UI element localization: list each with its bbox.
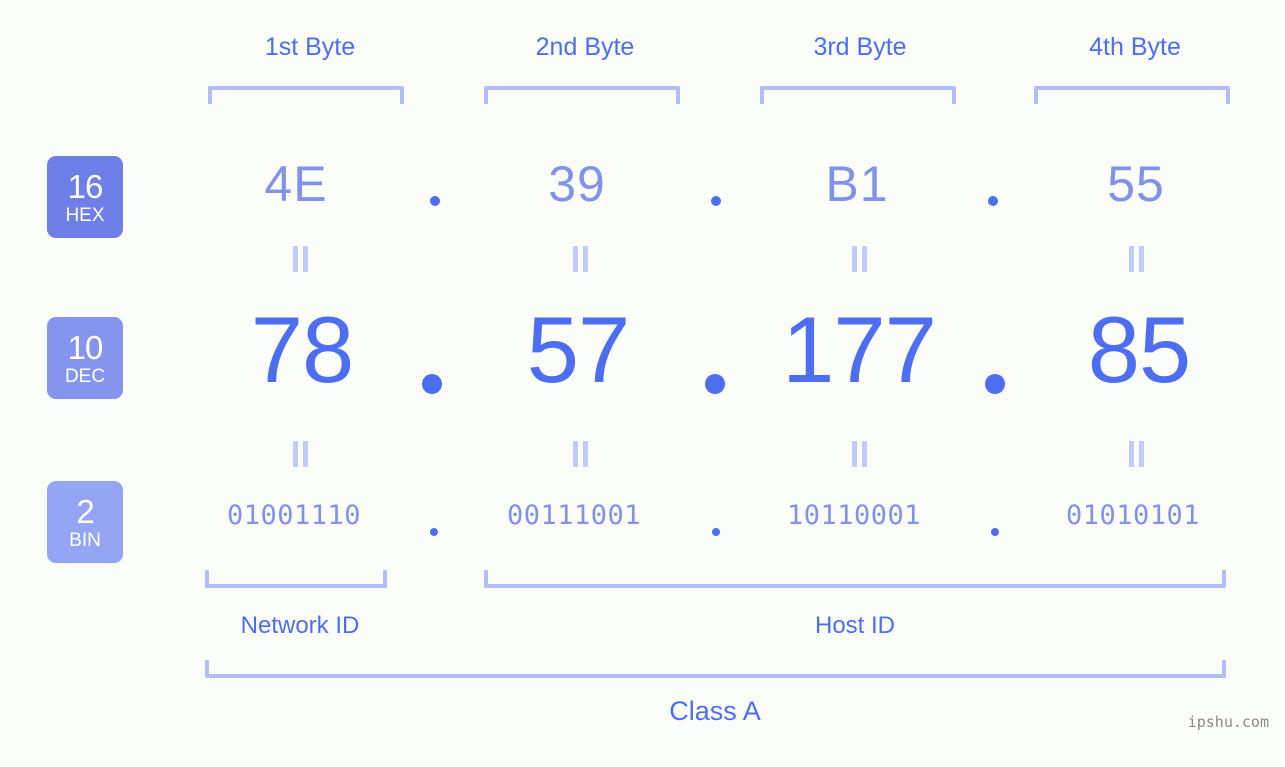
dec-octet-2: 57: [526, 297, 631, 402]
hex-dot-separator-2: [711, 196, 721, 206]
hex-octet-3: B1: [825, 156, 889, 212]
bin-octet-2: 00111001: [506, 500, 642, 531]
bin-dot-separator-2: [712, 528, 720, 536]
byte-header-label-2: 2nd Byte: [535, 33, 635, 61]
byte-header-label-3: 3rd Byte: [813, 33, 907, 61]
equals-mark-hex-dec-2: [572, 246, 589, 272]
ip-class-bracket: [205, 660, 1226, 678]
bin-dot-separator-3: [991, 528, 999, 536]
base-badge-dec-abbr: DEC: [64, 365, 106, 387]
hex-dot-separator-1: [430, 196, 440, 206]
dec-octet-1: 78: [250, 297, 355, 402]
hex-octet-1: 4E: [264, 156, 328, 212]
equals-mark-dec-bin-3: [851, 441, 868, 467]
base-badge-dec-number: 10: [67, 328, 104, 366]
hex-octet-2: 39: [548, 156, 606, 212]
bin-dot-separator-1: [430, 528, 438, 536]
base-badge-bin-number: 2: [76, 492, 94, 530]
equals-mark-hex-dec-3: [851, 246, 868, 272]
byte-header-label-4: 4th Byte: [1089, 33, 1181, 61]
hex-octet-4: 55: [1107, 156, 1165, 212]
site-watermark: ipshu.com: [1187, 713, 1269, 731]
base-badge-dec: 10 DEC: [47, 317, 123, 399]
byte-bracket-1: [208, 86, 404, 104]
equals-mark-dec-bin-1: [292, 441, 309, 467]
byte-bracket-4: [1034, 86, 1230, 104]
equals-mark-hex-dec-1: [292, 246, 309, 272]
byte-bracket-3: [760, 86, 956, 104]
base-badge-bin: 2 BIN: [47, 481, 123, 563]
host-id-bracket: [484, 570, 1226, 588]
dec-dot-separator-2: [705, 374, 725, 394]
dec-octet-4: 85: [1087, 297, 1192, 402]
base-badge-bin-abbr: BIN: [69, 529, 101, 551]
ip-class-label: Class A: [669, 696, 761, 726]
network-id-label: Network ID: [240, 612, 360, 639]
dec-dot-separator-3: [985, 374, 1005, 394]
dec-octet-3: 177: [782, 297, 937, 402]
host-id-label: Host ID: [814, 612, 895, 639]
equals-mark-dec-bin-4: [1128, 441, 1145, 467]
byte-bracket-2: [484, 86, 680, 104]
network-id-bracket: [205, 570, 387, 588]
equals-mark-hex-dec-4: [1128, 246, 1145, 272]
bin-octet-1: 01001110: [226, 500, 362, 531]
hex-dot-separator-3: [988, 196, 998, 206]
ip-breakdown-diagram: 1st Byte 2nd Byte 3rd Byte 4th Byte 16 H…: [0, 0, 1285, 767]
equals-mark-dec-bin-2: [572, 441, 589, 467]
byte-header-label-1: 1st Byte: [264, 33, 356, 61]
dec-dot-separator-1: [422, 374, 442, 394]
bin-octet-3: 10110001: [786, 500, 922, 531]
base-badge-hex-abbr: HEX: [65, 204, 105, 226]
base-badge-hex-number: 16: [67, 167, 104, 205]
base-badge-hex: 16 HEX: [47, 156, 123, 238]
bin-octet-4: 01010101: [1065, 500, 1201, 531]
